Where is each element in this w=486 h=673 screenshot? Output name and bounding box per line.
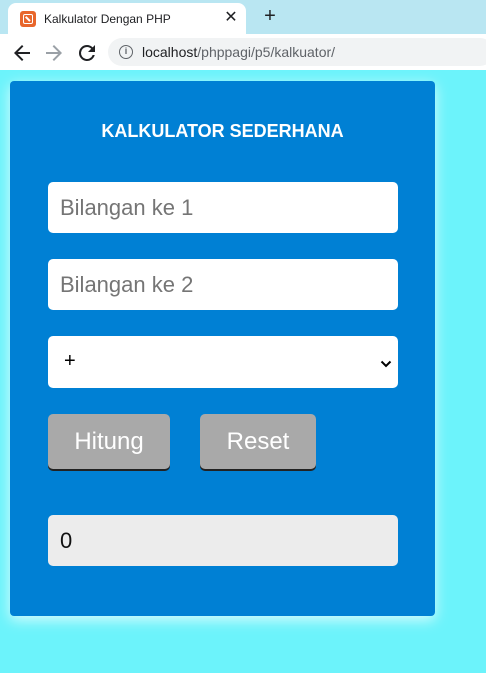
calculator-title: KALKULATOR SEDERHANA [101,121,344,141]
reload-icon[interactable] [75,41,99,65]
back-arrow-icon[interactable] [10,41,34,65]
number-1-input[interactable] [48,182,398,233]
tab-close-icon[interactable]: ✕ [222,8,240,28]
forward-arrow-icon[interactable] [42,41,66,65]
browser-toolbar: i localhost/phppagi/p5/kalkuator/ [0,34,486,70]
url-path: /phppagi/p5/kalkuator/ [197,44,336,60]
tab-title: Kalkulator Dengan PHP [44,12,171,26]
url-host: localhost [142,44,198,60]
site-info-icon[interactable]: i [119,45,133,59]
url-text[interactable]: localhost/phppagi/p5/kalkuator/ [142,44,335,60]
reset-button[interactable]: Reset [200,414,316,469]
result-field: 0 [48,515,398,566]
operator-selected-value: + [64,350,76,372]
calculator-card: KALKULATOR SEDERHANA + Hitung Reset 0 [10,81,435,616]
new-tab-icon[interactable]: + [259,5,281,27]
hitung-button[interactable]: Hitung [48,414,170,469]
xampp-favicon-icon [20,11,36,27]
operator-select[interactable]: + [48,336,398,388]
number-2-input[interactable] [48,259,398,310]
browser-tab[interactable]: Kalkulator Dengan PHP ✕ [8,3,246,34]
address-bar[interactable]: i localhost/phppagi/p5/kalkuator/ [108,38,486,66]
chevron-down-icon [380,356,392,368]
browser-tab-strip: Kalkulator Dengan PHP ✕ + [0,0,486,34]
